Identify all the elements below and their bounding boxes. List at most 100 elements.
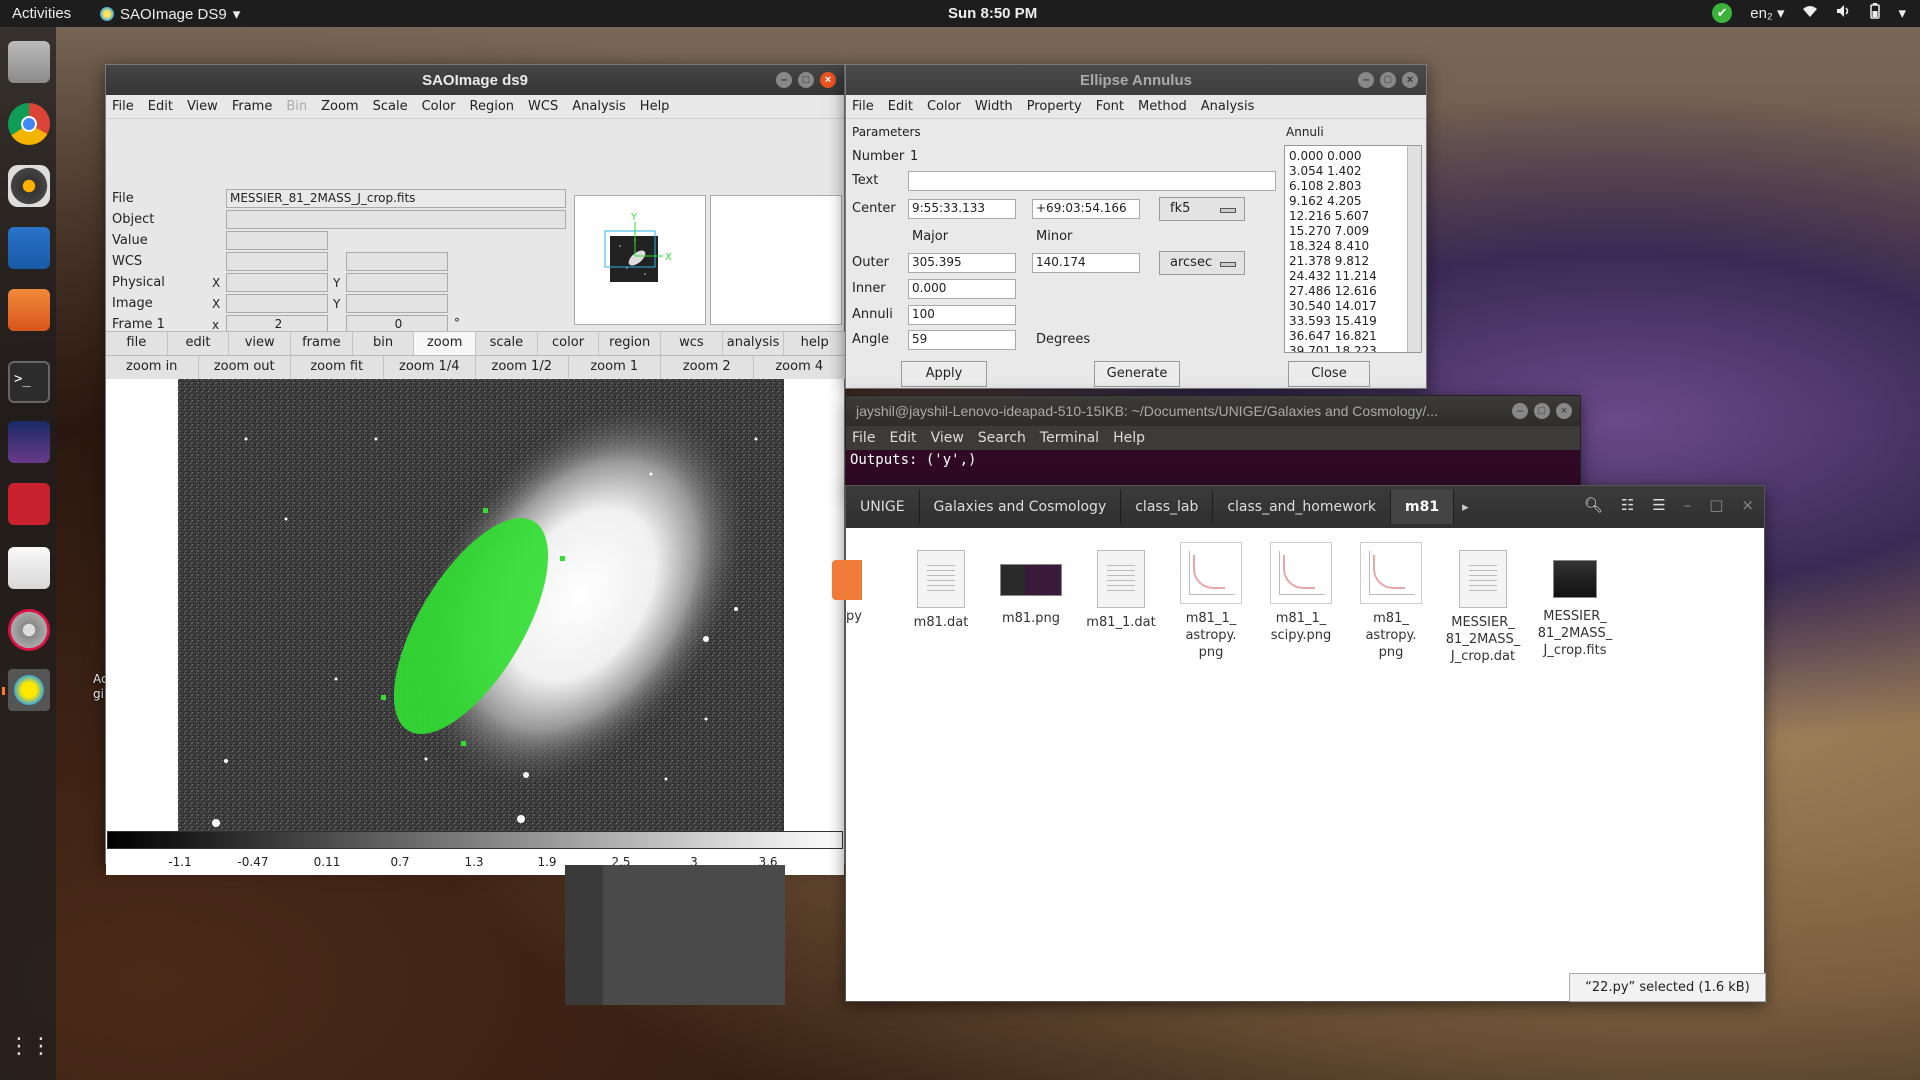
button-zoom-in[interactable]: zoom in — [106, 356, 199, 379]
menu-search[interactable]: Search — [978, 430, 1026, 446]
annuli-row[interactable]: 6.108 2.803 — [1289, 179, 1417, 194]
button-analysis[interactable]: analysis — [723, 332, 785, 355]
breadcrumb-next-icon[interactable]: ▸ — [1454, 500, 1477, 515]
minimize-icon[interactable]: – — [1358, 72, 1374, 88]
close-button[interactable]: Close — [1288, 361, 1370, 387]
button-zoom-fit[interactable]: zoom fit — [291, 356, 384, 379]
text-field[interactable] — [908, 171, 1276, 191]
menu-color[interactable]: Color — [422, 99, 456, 114]
button-frame[interactable]: frame — [291, 332, 353, 355]
ds9-image-canvas[interactable] — [106, 379, 844, 831]
button-file[interactable]: file — [106, 332, 168, 355]
menu-edit[interactable]: Edit — [148, 99, 173, 114]
file-item[interactable]: m81_ astropy. png — [1348, 542, 1434, 661]
menu-view[interactable]: View — [931, 430, 964, 446]
menu-edit[interactable]: Edit — [888, 99, 913, 114]
minimize-icon[interactable]: – — [776, 72, 792, 88]
menu-wcs[interactable]: WCS — [528, 99, 558, 114]
maximize-icon[interactable]: □ — [798, 72, 814, 88]
minimize-icon[interactable]: – — [1684, 496, 1692, 514]
software-center-icon[interactable] — [8, 289, 50, 331]
menu-property[interactable]: Property — [1027, 99, 1082, 114]
annuli-row[interactable]: 3.054 1.402 — [1289, 164, 1417, 179]
annuli-count-field[interactable]: 100 — [908, 305, 1016, 325]
button-scale[interactable]: scale — [476, 332, 538, 355]
view-toggle-icon[interactable]: ☷ — [1621, 496, 1634, 514]
terminal-output[interactable]: Outputs: ('y',) — [846, 450, 1580, 470]
files-icon[interactable] — [8, 41, 50, 83]
breadcrumb-m81[interactable]: m81 — [1391, 490, 1455, 524]
button-zoom-1[interactable]: zoom 1 — [569, 356, 661, 379]
power-menu-icon[interactable]: ▾ — [1898, 4, 1906, 22]
menu-icon[interactable]: ☰ — [1652, 496, 1665, 514]
text-editor-icon[interactable] — [8, 547, 50, 589]
button-wcs[interactable]: wcs — [661, 332, 723, 355]
file-item[interactable]: m81_1.dat — [1078, 550, 1164, 631]
file-manager-header[interactable]: UNIGE Galaxies and Cosmology class_lab clas… — [846, 486, 1764, 528]
file-item[interactable]: MESSIER_ 81_2MASS_ J_crop.fits — [1532, 550, 1618, 659]
menu-frame[interactable]: Frame — [232, 99, 273, 114]
angle-field[interactable]: 59 — [908, 330, 1016, 350]
menu-font[interactable]: Font — [1096, 99, 1124, 114]
show-applications-icon[interactable]: ⋮⋮ — [8, 1027, 52, 1069]
annuli-row[interactable]: 39.701 18.223 — [1289, 344, 1417, 352]
ds9-image-display[interactable] — [106, 379, 844, 831]
chrome-icon[interactable] — [8, 103, 50, 145]
annuli-row[interactable]: 33.593 15.419 — [1289, 314, 1417, 329]
file-item[interactable]: py — [806, 550, 892, 625]
rhythmbox-icon[interactable] — [8, 165, 50, 207]
annuli-list[interactable]: 0.000 0.000 3.054 1.402 6.108 2.803 9.162 4… — [1284, 145, 1422, 353]
annuli-row[interactable]: 0.000 0.000 — [1289, 149, 1417, 164]
apply-button[interactable]: Apply — [901, 361, 987, 387]
breadcrumb-class_and_homework[interactable]: class_and_homework — [1213, 490, 1392, 524]
menu-help[interactable]: Help — [640, 99, 670, 114]
ds9-titlebar[interactable]: SAOImage ds9 – □ × — [106, 65, 844, 95]
menu-region[interactable]: Region — [470, 99, 515, 114]
menu-method[interactable]: Method — [1138, 99, 1187, 114]
menu-view[interactable]: View — [187, 99, 218, 114]
annuli-row[interactable]: 12.216 5.607 — [1289, 209, 1417, 224]
breadcrumb-galaxies-and-cosmology[interactable]: Galaxies and Cosmology — [920, 490, 1122, 524]
annuli-row[interactable]: 27.486 12.616 — [1289, 284, 1417, 299]
activities-button[interactable]: Activities — [12, 5, 71, 22]
menu-edit[interactable]: Edit — [889, 430, 916, 446]
button-zoom-1-4[interactable]: zoom 1/4 — [384, 356, 476, 379]
inner-field[interactable]: 0.000 — [908, 279, 1016, 299]
menu-width[interactable]: Width — [975, 99, 1013, 114]
app-menu[interactable]: SAOImage DS9 ▾ — [100, 5, 240, 23]
menu-color[interactable]: Color — [927, 99, 961, 114]
language-indicator[interactable]: en₂ ▾ — [1750, 4, 1784, 22]
outer-units-select[interactable]: arcsec — [1159, 251, 1245, 275]
menu-help[interactable]: Help — [1113, 430, 1145, 446]
button-edit[interactable]: edit — [168, 332, 230, 355]
button-zoom-2[interactable]: zoom 2 — [661, 356, 754, 379]
annuli-row[interactable]: 9.162 4.205 — [1289, 194, 1417, 209]
annuli-row[interactable]: 21.378 9.812 — [1289, 254, 1417, 269]
center-dec-field[interactable]: +69:03:54.166 — [1032, 199, 1140, 219]
button-view[interactable]: view — [229, 332, 292, 355]
file-item[interactable]: m81.dat — [898, 550, 984, 631]
file-item[interactable]: m81_1_ astropy. png — [1168, 542, 1254, 661]
center-ra-field[interactable]: 9:55:33.133 — [908, 199, 1016, 219]
menu-terminal[interactable]: Terminal — [1040, 430, 1099, 446]
wifi-icon[interactable] — [1802, 4, 1818, 22]
button-bin[interactable]: bin — [353, 332, 415, 355]
menu-analysis[interactable]: Analysis — [572, 99, 626, 114]
generate-button[interactable]: Generate — [1094, 361, 1180, 387]
center-system-select[interactable]: fk5 — [1159, 197, 1245, 221]
menu-bin[interactable]: Bin — [286, 99, 307, 114]
writer-icon[interactable] — [8, 227, 50, 269]
file-item[interactable]: m81.png — [988, 550, 1074, 627]
stellarium-icon[interactable] — [8, 421, 50, 463]
menu-file[interactable]: File — [852, 430, 875, 446]
minimize-icon[interactable]: – — [1512, 403, 1528, 419]
annuli-row[interactable]: 15.270 7.009 — [1289, 224, 1417, 239]
ellipse-titlebar[interactable]: Ellipse Annulus – □ × — [846, 65, 1426, 95]
file-grid[interactable]: py m81.dat m81.png m81_1.dat m81_1_ astropy.… — [832, 528, 1764, 1001]
menu-analysis[interactable]: Analysis — [1201, 99, 1255, 114]
terminal-titlebar[interactable]: jayshil@jayshil-Lenovo-ideapad-510-15IKB… — [846, 396, 1580, 426]
breadcrumb-unige[interactable]: UNIGE — [846, 490, 920, 524]
outer-major-field[interactable]: 305.395 — [908, 253, 1016, 273]
annuli-row[interactable]: 24.432 11.214 — [1289, 269, 1417, 284]
clock[interactable]: Sun 8:50 PM — [948, 5, 1037, 22]
